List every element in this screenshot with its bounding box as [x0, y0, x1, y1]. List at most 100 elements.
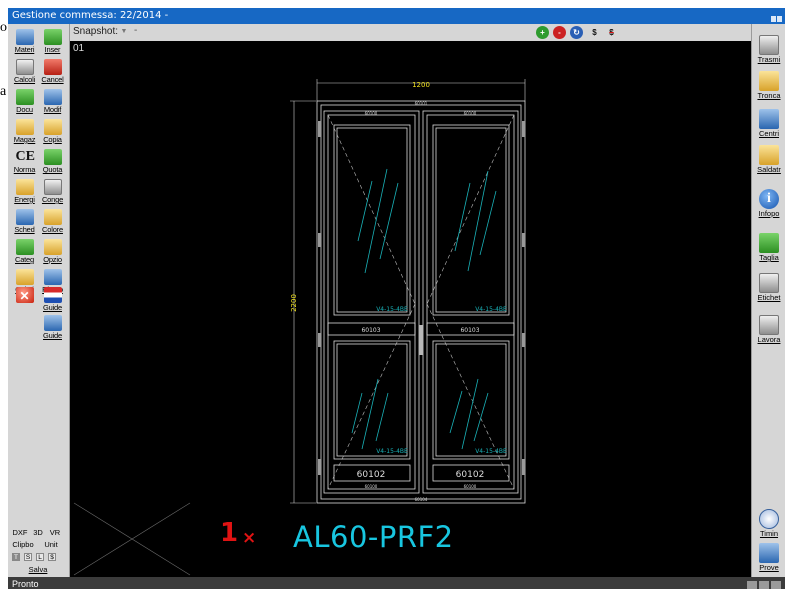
t-toggle[interactable]: T: [12, 553, 20, 561]
vr-button[interactable]: VR: [46, 528, 64, 538]
cancel-icon: [43, 59, 62, 75]
no-dollar-icon[interactable]: $: [605, 26, 618, 39]
unit-button[interactable]: Unit: [40, 540, 62, 550]
magaz-label: Magaz: [13, 135, 36, 144]
guide-flag-label: Guide: [42, 303, 62, 312]
etichet-button[interactable]: Etichet: [752, 272, 785, 304]
optimize-icon: [15, 269, 34, 285]
colore-button[interactable]: Colore: [39, 208, 66, 236]
glass-spec-lower-left: V4-15-4BE: [376, 448, 408, 455]
dollar-toggle[interactable]: $: [48, 553, 56, 561]
tronca-label: Tronca: [757, 91, 781, 100]
status-text: Pronto: [12, 579, 39, 589]
docu-button[interactable]: Docu: [11, 88, 38, 116]
infopo-label: Infopo: [758, 209, 780, 218]
norma-label: Norma: [13, 165, 36, 174]
conge-label: Conge: [41, 195, 64, 204]
cancel-label: Cancel: [41, 75, 64, 84]
inser-label: Inser: [44, 45, 61, 54]
color-icon: [43, 209, 62, 225]
timin-button[interactable]: Timin: [752, 508, 785, 540]
options-icon: [43, 239, 62, 255]
dxf-button[interactable]: DXF: [10, 528, 30, 538]
blue-refresh-icon[interactable]: ↻: [570, 26, 583, 39]
docu-label: Docu: [16, 105, 33, 114]
glass-spec-upper-right: V4-15-4BE: [475, 306, 507, 313]
dollar-icon[interactable]: $: [588, 26, 601, 39]
clipbo-button[interactable]: Clipbo: [10, 540, 36, 550]
trasmi-button[interactable]: Trasmi: [752, 34, 785, 66]
calcoli-label: Calcoli: [13, 75, 36, 84]
materi-button[interactable]: Materi: [11, 28, 38, 56]
opzio-button[interactable]: Opzio: [39, 238, 66, 266]
materi-label: Materi: [14, 45, 35, 54]
window-controls[interactable]: [770, 12, 782, 22]
left-bottom-panel: DXF 3D VR Clipbo Unit T S L $ Salva: [8, 528, 70, 575]
info-icon: i: [759, 189, 779, 209]
centri-button[interactable]: Centri: [752, 108, 785, 140]
green-add-icon[interactable]: +: [536, 26, 549, 39]
prove-button[interactable]: Prove: [752, 542, 785, 574]
snapshot-value[interactable]: -: [134, 25, 137, 36]
left-sash-code: 60100: [365, 111, 378, 116]
door-drawing[interactable]: 1200 2200 60101 60100 60100 60103 60103 …: [70, 41, 751, 577]
width-dimension: 1200: [412, 81, 430, 89]
categ-button[interactable]: Categ: [11, 238, 38, 266]
snapshot-dropdown-icon[interactable]: ▼: [118, 26, 130, 38]
norma-button[interactable]: CE Norma: [11, 148, 38, 176]
insert-icon: [43, 29, 62, 45]
tronca-button[interactable]: Tronca: [752, 70, 785, 102]
door-frame: [316, 100, 526, 504]
guide-button[interactable]: Guide: [39, 314, 66, 342]
maximize-icon[interactable]: [777, 16, 782, 22]
energi-button[interactable]: Energi: [11, 178, 38, 206]
truncate-icon: [759, 71, 779, 91]
salva-button[interactable]: Salva: [18, 565, 58, 575]
opening-lines: [327, 114, 515, 490]
3d-button[interactable]: 3D: [30, 528, 46, 538]
top-frame-code: 60101: [415, 101, 428, 106]
fill-icon: [43, 269, 62, 285]
page-fragment-o: o: [0, 20, 7, 35]
guide-flag-button[interactable]: Guide: [39, 286, 66, 314]
sill-code-right: 60100: [464, 484, 477, 489]
etichet-label: Etichet: [757, 293, 781, 302]
sched-label: Sched: [14, 225, 35, 234]
snapshot-bar: Snapshot: ▼ - + - ↻ $ $: [70, 24, 751, 41]
quota-button[interactable]: Quota: [39, 148, 66, 176]
sheet-icon: [15, 209, 34, 225]
ce-mark-icon: CE: [15, 149, 35, 164]
l-toggle[interactable]: L: [36, 553, 44, 561]
close-button[interactable]: ✕: [11, 286, 38, 314]
cut-icon: [759, 233, 779, 253]
drawing-canvas[interactable]: 01 1200 2200 60101 60100 60100 60103 601…: [70, 41, 751, 577]
guide-icon: [43, 315, 62, 331]
work-icon: [759, 315, 779, 335]
infopo-button[interactable]: i Infopo: [752, 188, 785, 220]
warehouse-icon: [15, 119, 34, 135]
inser-button[interactable]: Inser: [39, 28, 66, 56]
calcoli-button[interactable]: Calcoli: [11, 58, 38, 86]
sched-button[interactable]: Sched: [11, 208, 38, 236]
taglia-button[interactable]: Taglia: [752, 232, 785, 264]
lavora-label: Lavora: [757, 335, 781, 344]
guide-flag-icon: [43, 287, 62, 303]
label-printer-icon: [759, 273, 779, 293]
categ-label: Categ: [14, 255, 34, 264]
snapshot-label: Snapshot:: [73, 26, 119, 37]
magaz-button[interactable]: Magaz: [11, 118, 38, 146]
status-icons: [745, 579, 781, 589]
s-toggle[interactable]: S: [24, 553, 32, 561]
saldatr-label: Saldatr: [757, 165, 781, 174]
copia-button[interactable]: Copia: [39, 118, 66, 146]
application-window: Gestione commessa: 22/2014 - Materi Inse…: [8, 8, 785, 589]
red-stop-icon[interactable]: -: [553, 26, 566, 39]
guide-label: Guide: [42, 331, 62, 340]
lavora-button[interactable]: Lavora: [752, 314, 785, 346]
conge-button[interactable]: Conge: [39, 178, 66, 206]
restore-icon[interactable]: [771, 16, 776, 22]
preview-cross: [73, 502, 191, 576]
modif-button[interactable]: Modif: [39, 88, 66, 116]
cancel-button[interactable]: Cancel: [39, 58, 66, 86]
saldatr-button[interactable]: Saldatr: [752, 144, 785, 176]
